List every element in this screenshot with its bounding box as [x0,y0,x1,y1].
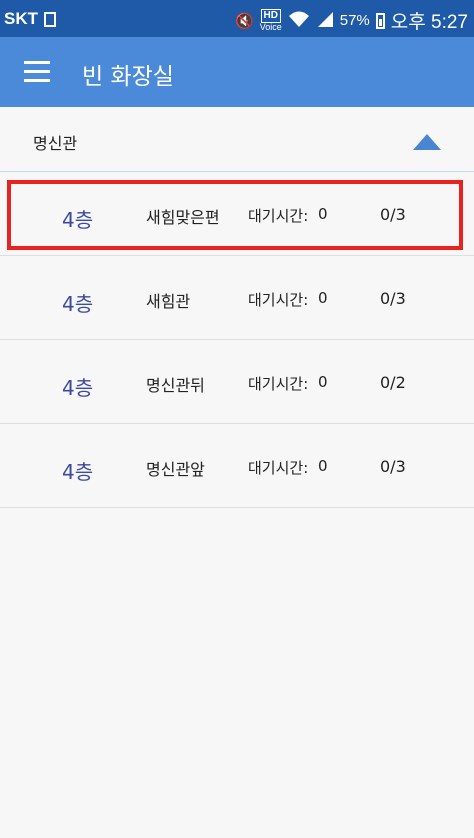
occupancy-count: 0/3 [380,205,406,224]
signal-icon [316,10,334,32]
location-label: 명신관앞 [146,460,205,479]
wait-time-value: 0 [318,457,328,475]
location-label: 명신관뒤 [146,376,205,395]
list-item[interactable]: 4층 명신관앞 대기시간: 0 0/3 [0,424,474,508]
battery-icon [375,12,385,29]
floor-label: 4층 [62,292,94,316]
floor-label: 4층 [62,208,94,232]
list-item[interactable]: 4층 새힘관 대기시간: 0 0/3 [0,256,474,340]
wait-time-value: 0 [318,289,328,307]
status-bar: SKT 🔇 HD Voice 57% 오후 5:27 [0,0,474,37]
building-header[interactable]: 명신관 [0,107,474,171]
restroom-list: 4층 새힘맞은편 대기시간: 0 0/3 4층 새힘관 대기시간: 0 0/3 … [0,172,474,508]
floor-label: 4층 [62,376,94,400]
status-right: 🔇 HD Voice 57% 오후 5:27 [235,7,468,34]
sim-card-icon [44,11,56,27]
hamburger-menu-icon[interactable] [24,61,50,83]
wait-time-label: 대기시간: [248,291,309,309]
list-item[interactable]: 4층 명신관뒤 대기시간: 0 0/2 [0,340,474,424]
wait-time-value: 0 [318,373,328,391]
app-bar: 빈 화장실 [0,37,474,107]
carrier-label: SKT [4,9,38,28]
battery-percent: 57% [339,12,370,29]
occupancy-count: 0/3 [380,457,406,476]
occupancy-count: 0/3 [380,289,406,308]
wait-time-label: 대기시간: [248,459,309,477]
app-title: 빈 화장실 [82,64,174,90]
hd-voice-icon: HD Voice [260,9,282,32]
building-name: 명신관 [33,134,78,153]
wait-time-label: 대기시간: [248,207,309,225]
wifi-icon [288,10,310,32]
wait-time-value: 0 [318,205,328,223]
mute-icon: 🔇 [235,12,254,30]
occupancy-count: 0/2 [380,373,406,392]
status-left: SKT [4,9,56,29]
list-item[interactable]: 4층 새힘맞은편 대기시간: 0 0/3 [0,172,474,256]
wait-time-label: 대기시간: [248,375,309,393]
floor-label: 4층 [62,460,94,484]
location-label: 새힘관 [146,292,191,311]
location-label: 새힘맞은편 [146,208,220,227]
voice-label: Voice [259,22,282,32]
hd-label: HD [260,9,281,23]
triangle-up-icon[interactable] [412,133,444,155]
clock: 오후 5:27 [390,12,468,33]
